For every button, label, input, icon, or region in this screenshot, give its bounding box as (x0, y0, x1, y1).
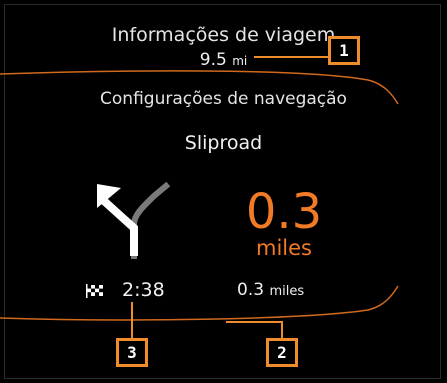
trip-distance: 9.5 mi (0, 50, 447, 70)
trip-info-title: Informações de viagem (111, 24, 336, 46)
road-name: Sliproad (184, 132, 263, 154)
next-turn-distance: 0.3 (245, 184, 323, 240)
eta-time: 2:38 (122, 279, 165, 301)
navigation-display: Informações de viagem 9.5 mi Configuraçõ… (0, 0, 447, 383)
callout-1: 1 (328, 36, 360, 65)
next-turn-unit: miles (256, 236, 312, 260)
callout-2-label: 2 (269, 341, 295, 364)
callout-2: 2 (266, 338, 298, 367)
callout-3: 3 (116, 338, 148, 367)
remaining-distance-value: 0.3 (237, 280, 265, 300)
trip-distance-value: 9.5 (199, 50, 227, 70)
remaining-distance: 0.3 miles (237, 280, 304, 300)
callout-1-label: 1 (331, 39, 357, 62)
lower-accent-arc (0, 285, 399, 321)
trip-distance-unit: mi (232, 54, 248, 68)
turn-left-arrow-icon (97, 181, 171, 259)
navigation-settings-title: Configurações de navegação (100, 89, 347, 109)
callout-3-label: 3 (119, 341, 145, 364)
remaining-distance-unit: miles (269, 284, 305, 299)
checkered-flag-icon (86, 284, 104, 302)
